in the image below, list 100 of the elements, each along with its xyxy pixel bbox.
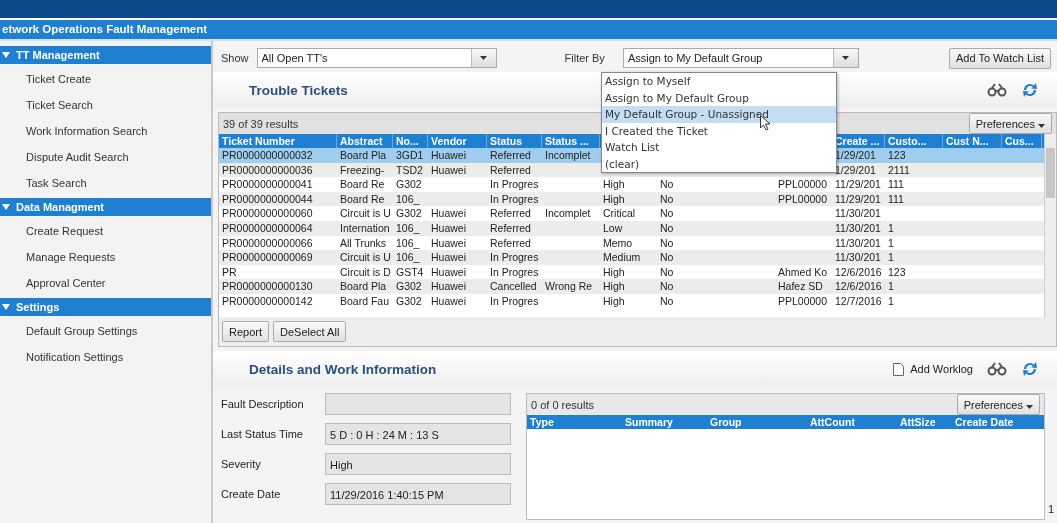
table-cell-text: PR0000000000041 xyxy=(221,177,314,192)
table-cell-text: All Trunks xyxy=(339,235,388,251)
table-cell-text: Critical xyxy=(602,206,637,221)
table-cell-text: Wrong Re xyxy=(544,279,594,294)
table-cell-text: Referred xyxy=(489,235,532,251)
table-cell-text: No xyxy=(659,264,675,280)
table-cell-text: Board Fau xyxy=(339,293,391,309)
table-cell-text: Freezing- xyxy=(339,162,386,178)
table-cell-text: 12/6/2016 xyxy=(834,279,883,294)
group-title: TT Management xyxy=(16,49,100,61)
table-cell-text: Board Re xyxy=(339,177,386,192)
table-cell-text: GST4 xyxy=(395,264,425,280)
table-cell-text: 12/6/2016 xyxy=(834,264,883,280)
table-cell-text: Huawei xyxy=(430,235,468,251)
table-cell-text: High xyxy=(602,191,626,207)
table-cell-text: In Progres xyxy=(489,177,540,192)
table-cell-text: 1 xyxy=(887,293,895,309)
table-cell-text: Huawei xyxy=(430,279,468,294)
table-cell-text: No xyxy=(659,191,675,207)
table-cell-text: Referred xyxy=(489,162,532,178)
table-cell-text: 1 xyxy=(887,250,895,265)
table-cell-text: PR0000000000044 xyxy=(221,191,314,207)
table-cell-text: PR0000000000036 xyxy=(221,162,314,178)
table-cell-text: Huawei xyxy=(430,162,468,178)
table-cell-text: Ahmed Ko xyxy=(777,264,829,280)
table-cell-text: 123 xyxy=(887,264,907,280)
table-cell-text: G302 xyxy=(395,279,423,294)
table-cell-text: No xyxy=(659,235,675,251)
field-label: Last Status Time xyxy=(221,428,304,440)
table-cell-text: High xyxy=(602,177,626,192)
table-cell-text: G302 xyxy=(395,206,423,221)
field-label: Fault Description xyxy=(221,398,305,410)
table-cell-text: PPL00000 xyxy=(777,293,829,309)
table-cell-text: PR0000000000060 xyxy=(221,206,314,221)
table-cell-text: In Progres xyxy=(489,264,540,280)
table-cell-text: No xyxy=(659,177,675,192)
table-cell-text: 1 xyxy=(887,235,895,251)
table-cell-text: Memo xyxy=(602,235,634,251)
table-cell-text: Circuit is D xyxy=(339,264,392,280)
table-cell-text: In Progres xyxy=(489,293,540,309)
table-cell-text: G302 xyxy=(395,177,423,192)
table-cell-text: PR xyxy=(221,264,238,280)
table-cell-text: Referred xyxy=(489,206,532,221)
table-cell-text: PR0000000000142 xyxy=(221,293,314,309)
field-label: Severity xyxy=(221,458,262,470)
app-title: etwork Operations Fault Management xyxy=(0,20,1057,41)
table-cell-text: 1/29/201 xyxy=(834,162,877,178)
panel-title: Details and Work Information xyxy=(249,361,437,377)
table-cell-text: Medium xyxy=(602,250,642,265)
page-number: 1 xyxy=(1047,503,1054,515)
table-cell-text: Incomplet xyxy=(544,148,592,163)
table-cell-text: High xyxy=(602,279,626,294)
table-cell-text: High xyxy=(602,264,626,280)
table-cell-text: No xyxy=(659,206,675,221)
table-cell-text: PR0000000000032 xyxy=(221,148,314,163)
table-cell-text: 111 xyxy=(887,191,905,207)
table-cell-text: 11/29/201 xyxy=(834,177,882,192)
group-title: Data Managment xyxy=(16,201,105,213)
table-cell-text: Referred xyxy=(489,148,532,163)
table-cell-text: 106_ xyxy=(395,235,421,251)
table-cell-text: No xyxy=(659,220,675,236)
table-cell-text: No xyxy=(659,293,675,309)
table-cell-text: Board Re xyxy=(339,191,386,207)
group-title: Settings xyxy=(16,301,60,313)
panel-title: Trouble Tickets xyxy=(249,82,348,98)
table-cell-text: Circuit is U xyxy=(339,250,392,265)
table-cell-text: 2111 xyxy=(887,162,911,178)
table-cell-text: 1 xyxy=(887,220,895,236)
table-cell-text: 11/30/201 xyxy=(834,235,882,251)
table-cell-text: 11/30/201 xyxy=(834,250,882,265)
table-cell-text: 106_ xyxy=(395,220,421,236)
table-cell-text: Cancelled xyxy=(489,279,538,294)
table-cell-text: 123 xyxy=(887,148,907,163)
table-cell-text: 1 xyxy=(887,279,895,294)
table-cell-text: No xyxy=(659,279,675,294)
table-cell-text: In Progres xyxy=(489,250,540,265)
table-cell-text: No xyxy=(659,250,675,265)
table-cell-text: Board Pla xyxy=(339,279,388,294)
table-cell-text: Huawei xyxy=(430,250,468,265)
show-label: Show xyxy=(221,52,249,64)
results-count: 0 of 0 results xyxy=(531,398,594,411)
table-cell-text: 1/29/201 xyxy=(834,148,877,163)
table-cell-text: Internation xyxy=(339,220,391,236)
table-cell-text: PPL00000 xyxy=(777,191,829,207)
table-cell-text: 11/30/201 xyxy=(834,206,882,221)
table-cell-text: Huawei xyxy=(430,220,468,236)
table-cell-text: PR0000000000069 xyxy=(221,250,314,265)
table-cell-text: Low xyxy=(602,220,624,236)
table-cell-text: In Progres xyxy=(489,191,540,207)
table-cell-text: 11/29/201 xyxy=(834,191,882,207)
table-cell-text: G302 xyxy=(395,293,423,309)
table-cell-text: PR0000000000064 xyxy=(221,220,314,236)
table-cell-text: 106_ xyxy=(395,250,421,265)
table-cell-text: Huawei xyxy=(430,264,468,280)
table-cell-text: 111 xyxy=(887,177,905,192)
table-cell-text: High xyxy=(602,293,626,309)
table-cell-text: Referred xyxy=(489,220,532,236)
table-cell-text: 11/30/201 xyxy=(834,220,882,236)
table-cell-text: Hafez SD xyxy=(777,279,824,294)
filter-label: Filter By xyxy=(564,52,605,64)
